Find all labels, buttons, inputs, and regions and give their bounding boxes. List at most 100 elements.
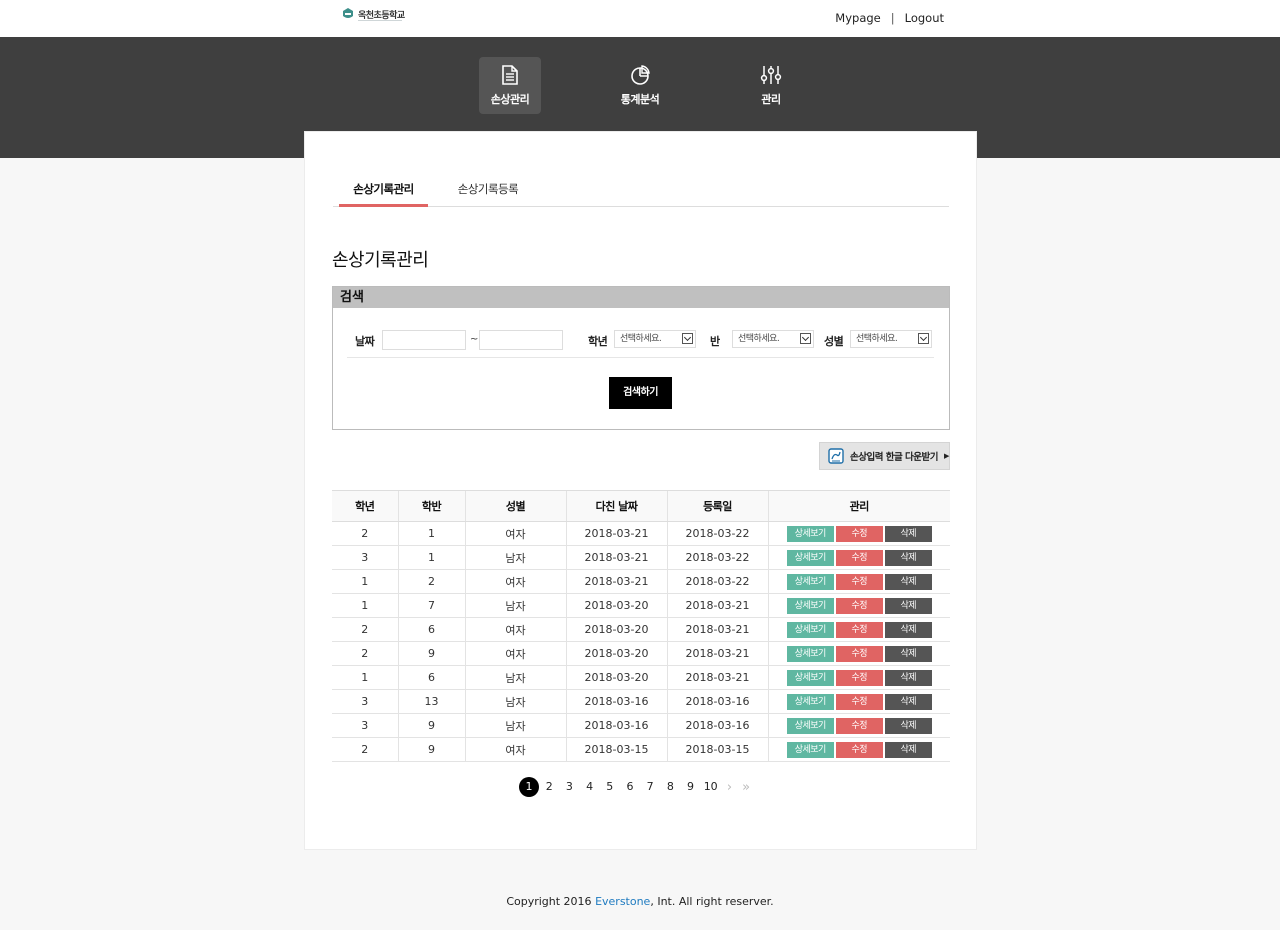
injury-date-cell: 2018-03-16 [565,713,667,738]
next-page-icon[interactable]: › [727,780,732,795]
actions-cell: 상세보기 수정 삭제 [767,569,950,594]
edit-button[interactable]: 수정 [835,717,883,734]
last-page-icon[interactable]: » [742,780,750,795]
pie-chart-icon [631,65,650,85]
view-detail-button[interactable]: 상세보기 [786,621,834,638]
brand-link[interactable]: Everstone [595,895,650,908]
registered-date-cell: 2018-03-22 [666,521,768,546]
page-3-button[interactable]: 3 [559,777,579,797]
download-hwp-button[interactable]: 손상입력 한글 다운받기 ▶ [819,442,950,470]
actions-cell: 상세보기 수정 삭제 [767,713,950,738]
page-10-button[interactable]: 10 [701,777,721,797]
edit-button[interactable]: 수정 [835,693,883,710]
date-from-input[interactable] [382,330,466,350]
page-1-button[interactable]: 1 [519,777,539,797]
column-header: 등록일 [666,490,768,522]
date-to-input[interactable] [479,330,563,350]
page-5-button[interactable]: 5 [600,777,620,797]
search-button[interactable]: 검색하기 [609,377,672,409]
view-detail-button[interactable]: 상세보기 [786,549,834,566]
nav-label: 통계분석 [620,93,660,106]
delete-button[interactable]: 삭제 [884,693,932,710]
edit-button[interactable]: 수정 [835,525,883,542]
view-detail-button[interactable]: 상세보기 [786,525,834,542]
table-body: 2 1 여자 2018-03-21 2018-03-22 상세보기 수정 삭제 3 1 남자 2018… [332,521,950,762]
tab-damage-record-registration[interactable]: 손상기록등록 [444,181,532,207]
delete-button[interactable]: 삭제 [884,621,932,638]
gender-label: 성별 [824,335,844,348]
view-detail-button[interactable]: 상세보기 [786,669,834,686]
delete-button[interactable]: 삭제 [884,741,932,758]
logout-link[interactable]: Logout [905,11,944,25]
grade-cell: 3 [332,689,398,714]
actions-cell: 상세보기 수정 삭제 [767,521,950,546]
column-header: 학반 [397,490,465,522]
actions-cell: 상세보기 수정 삭제 [767,665,950,690]
class-cell: 1 [397,521,465,546]
grade-select-value: 선택하세요. [620,334,662,344]
delete-button[interactable]: 삭제 [884,525,932,542]
grade-select[interactable]: 선택하세요. [614,330,696,348]
view-detail-button[interactable]: 상세보기 [786,573,834,590]
injury-date-cell: 2018-03-15 [565,737,667,762]
table-row: 2 9 여자 2018-03-15 2018-03-15 상세보기 수정 삭제 [332,737,950,762]
page-7-button[interactable]: 7 [640,777,660,797]
class-cell: 9 [397,641,465,666]
nav-label: 관리 [761,93,781,106]
table-row: 1 6 남자 2018-03-20 2018-03-21 상세보기 수정 삭제 [332,665,950,690]
delete-button[interactable]: 삭제 [884,597,932,614]
chevron-down-icon [682,333,693,344]
school-logo[interactable]: 옥천초등학교 [341,7,405,21]
view-detail-button[interactable]: 상세보기 [786,741,834,758]
content-card: 손상기록관리 손상기록등록 손상기록관리 검색 날짜 ~ 학년 선택하세요. 반… [304,131,977,850]
edit-button[interactable]: 수정 [835,741,883,758]
view-detail-button[interactable]: 상세보기 [786,717,834,734]
table-row: 1 2 여자 2018-03-21 2018-03-22 상세보기 수정 삭제 [332,569,950,594]
page-2-button[interactable]: 2 [539,777,559,797]
delete-button[interactable]: 삭제 [884,573,932,590]
table-row: 2 6 여자 2018-03-20 2018-03-21 상세보기 수정 삭제 [332,617,950,642]
edit-button[interactable]: 수정 [835,549,883,566]
page-8-button[interactable]: 8 [660,777,680,797]
column-header: 다친 날짜 [565,490,667,522]
page-4-button[interactable]: 4 [580,777,600,797]
school-name: 옥천초등학교 [358,10,405,21]
grade-cell: 2 [332,641,398,666]
logo-underline [358,20,402,21]
damage-record-table: 학년 학반 성별 다친 날짜 등록일 관리 2 1 여자 2018-03-21 2018-03-2… [332,490,950,762]
delete-button[interactable]: 삭제 [884,549,932,566]
injury-date-cell: 2018-03-21 [565,569,667,594]
edit-button[interactable]: 수정 [835,597,883,614]
edit-button[interactable]: 수정 [835,573,883,590]
edit-button[interactable]: 수정 [835,669,883,686]
page-6-button[interactable]: 6 [620,777,640,797]
sub-tabs: 손상기록관리 손상기록등록 [333,178,949,207]
nav-item-admin[interactable]: 관리 [740,57,802,114]
actions-cell: 상세보기 수정 삭제 [767,545,950,570]
injury-date-cell: 2018-03-20 [565,641,667,666]
nav-item-damage-management[interactable]: 손상관리 [479,57,541,114]
actions-cell: 상세보기 수정 삭제 [767,689,950,714]
table-row: 3 1 남자 2018-03-21 2018-03-22 상세보기 수정 삭제 [332,545,950,570]
nav-item-statistics[interactable]: 통계분석 [609,57,671,114]
view-detail-button[interactable]: 상세보기 [786,597,834,614]
delete-button[interactable]: 삭제 [884,717,932,734]
view-detail-button[interactable]: 상세보기 [786,693,834,710]
delete-button[interactable]: 삭제 [884,669,932,686]
grade-cell: 1 [332,569,398,594]
class-select[interactable]: 선택하세요. [732,330,814,348]
gender-cell: 남자 [464,665,566,690]
page-9-button[interactable]: 9 [681,777,701,797]
table-row: 2 9 여자 2018-03-20 2018-03-21 상세보기 수정 삭제 [332,641,950,666]
view-detail-button[interactable]: 상세보기 [786,645,834,662]
mypage-link[interactable]: Mypage [835,11,880,25]
table-row: 3 9 남자 2018-03-16 2018-03-16 상세보기 수정 삭제 [332,713,950,738]
gender-select[interactable]: 선택하세요. [850,330,932,348]
injury-date-cell: 2018-03-21 [565,521,667,546]
tab-damage-record-management[interactable]: 손상기록관리 [339,181,428,207]
document-icon [502,65,518,85]
delete-button[interactable]: 삭제 [884,645,932,662]
chevron-down-icon [918,333,929,344]
edit-button[interactable]: 수정 [835,645,883,662]
edit-button[interactable]: 수정 [835,621,883,638]
